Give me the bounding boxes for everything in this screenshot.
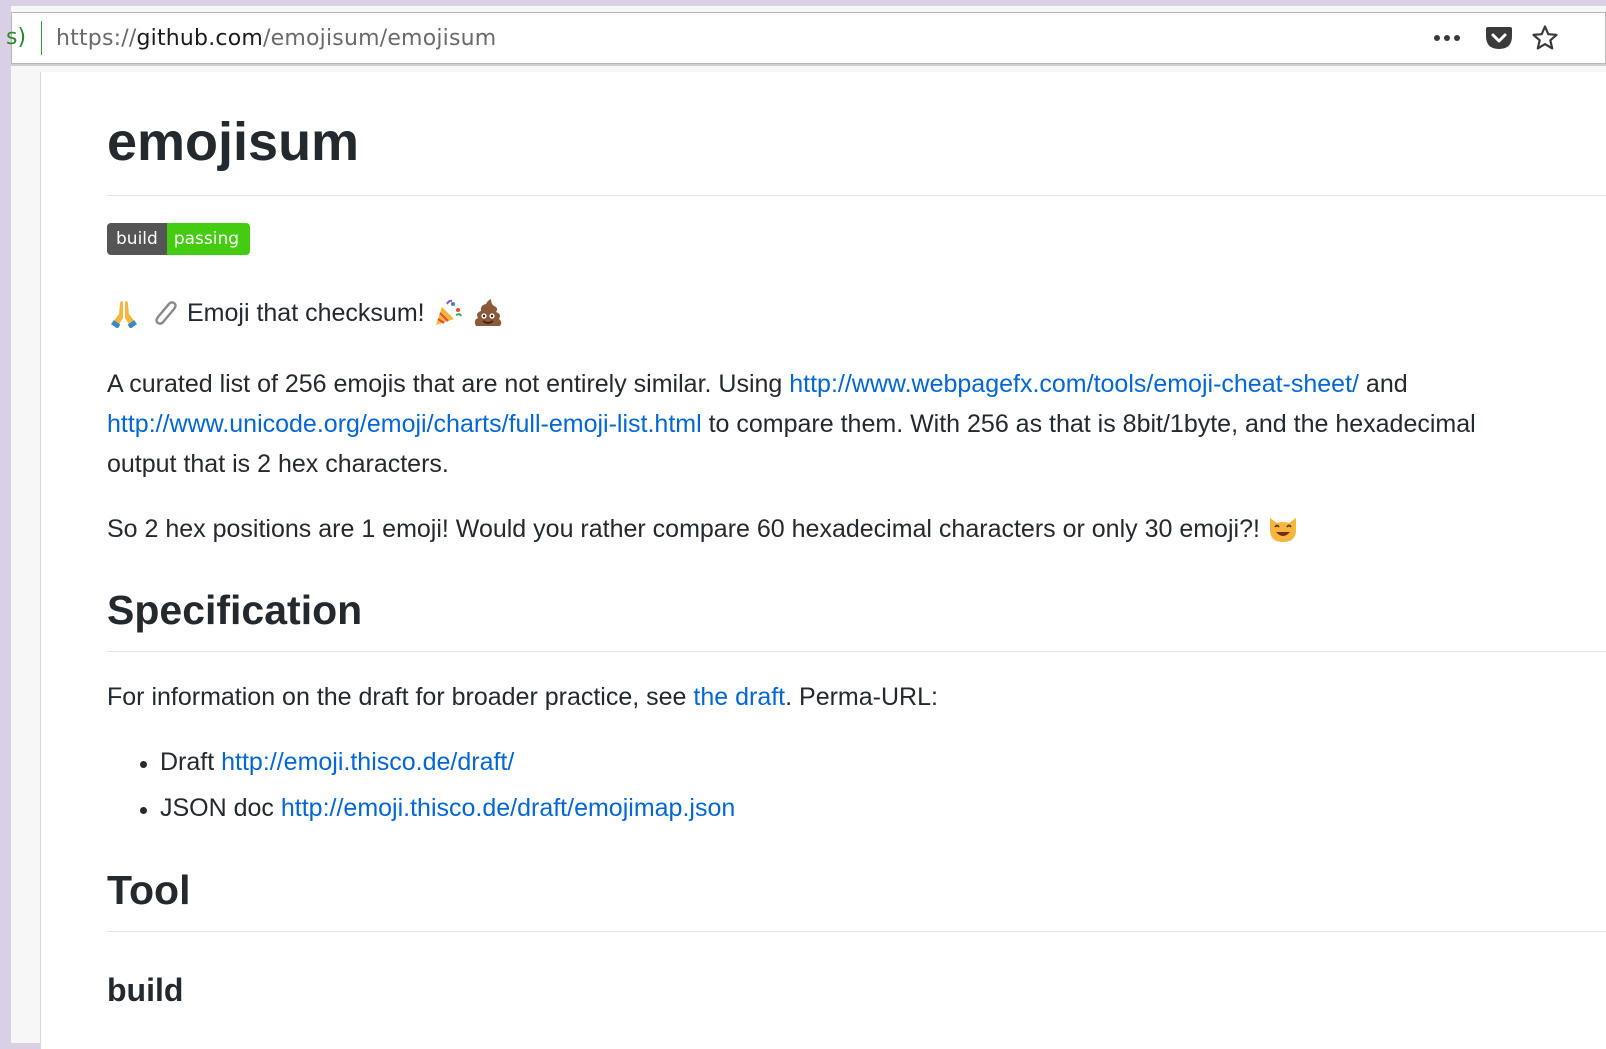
tagline-text: Emoji that checksum! [187, 299, 425, 327]
build-subheading: build [107, 972, 184, 1008]
title-divider [107, 195, 1606, 196]
list-item: Draft http://emoji.thisco.de/draft/ [107, 739, 735, 785]
pocket-icon[interactable] [1484, 23, 1514, 53]
json-doc-link[interactable]: http://emoji.thisco.de/draft/emojimap.js… [281, 794, 735, 822]
spec-paragraph: For information on the draft for broader… [107, 677, 938, 717]
unicode-emoji-list-link[interactable]: http://www.unicode.org/emoji/charts/full… [107, 410, 702, 438]
smiling-cat-icon [1266, 512, 1300, 546]
intro-line-3: output that is 2 hex characters. [107, 450, 449, 478]
paperclip-icon [147, 296, 181, 330]
star-icon[interactable] [1530, 23, 1560, 53]
list-item-label: JSON doc [160, 794, 281, 822]
url-host: github.com [136, 26, 264, 51]
list-item-label: Draft [160, 748, 222, 776]
tool-heading: Tool [107, 867, 191, 913]
intro-text-1: A curated list of 256 emojis that are no… [107, 370, 790, 398]
url-lead: s) [6, 25, 27, 50]
url-scheme: https:// [56, 26, 137, 51]
url-path: /emojisum/emojisum [263, 26, 497, 51]
url-separator [41, 21, 42, 55]
compare-paragraph: So 2 hex positions are 1 emoji! Would yo… [107, 509, 1300, 549]
intro-line-1: A curated list of 256 emojis that are no… [107, 364, 1408, 404]
specification-divider [107, 651, 1606, 652]
emoji-cheat-sheet-link[interactable]: http://www.webpagefx.com/tools/emoji-che… [789, 370, 1359, 398]
build-badge[interactable]: build passing [107, 223, 251, 255]
perma-url-list: Draft http://emoji.thisco.de/draft/ JSON… [107, 739, 735, 831]
compare-text: So 2 hex positions are 1 emoji! Would yo… [107, 515, 1260, 543]
toolbar-divider [11, 64, 1606, 66]
spec-text-2: . Perma-URL: [785, 683, 938, 711]
list-item: JSON doc http://emoji.thisco.de/draft/em… [107, 785, 735, 831]
page-title: emojisum [107, 112, 360, 172]
url-bar[interactable]: s) https://github.com/emojisum/emojisum [6, 12, 1606, 64]
draft-link[interactable]: http://emoji.thisco.de/draft/ [221, 748, 514, 776]
page-content: emojisum build passing Emoji that checks… [40, 72, 1606, 1049]
spec-text-1: For information on the draft for broader… [107, 683, 694, 711]
intro-text-3: to compare them. With 256 as that is 8bi… [701, 410, 1476, 438]
intro-line-2: http://www.unicode.org/emoji/charts/full… [107, 404, 1476, 444]
tool-divider [107, 931, 1606, 932]
badge-label: build [107, 223, 167, 255]
specification-heading: Specification [107, 587, 363, 633]
url-text[interactable]: https://github.com/emojisum/emojisum [56, 26, 496, 51]
browser-window: s) https://github.com/emojisum/emojisum … [6, 6, 1606, 1049]
the-draft-link[interactable]: the draft [693, 683, 785, 711]
tagline: Emoji that checksum! [107, 293, 505, 333]
badge-status: passing [166, 223, 251, 255]
more-dots-icon[interactable] [1432, 23, 1462, 53]
folded-hands-icon [107, 296, 141, 330]
intro-text-2: and [1358, 370, 1408, 398]
poop-icon [471, 296, 505, 330]
party-popper-icon [431, 296, 465, 330]
